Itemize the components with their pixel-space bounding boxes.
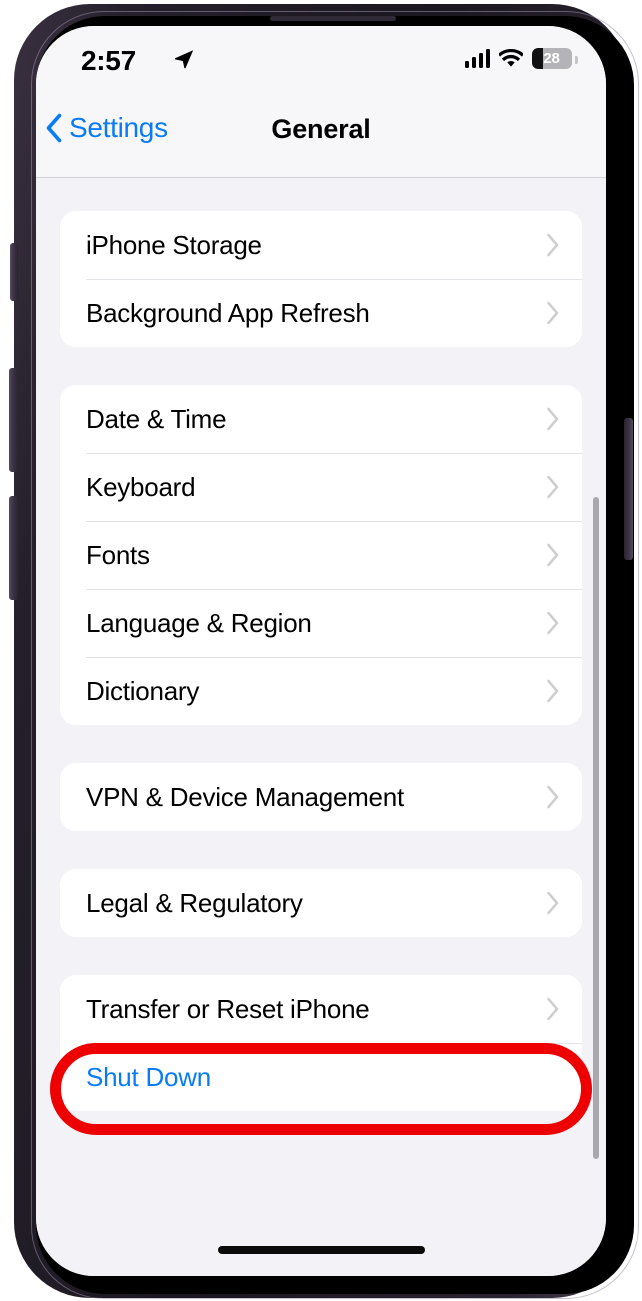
settings-row-label: Background App Refresh (86, 297, 370, 328)
settings-row-label: Legal & Regulatory (86, 887, 303, 918)
settings-row[interactable]: Legal & Regulatory (60, 869, 582, 937)
settings-row[interactable]: Date & Time (60, 385, 582, 453)
settings-row-label: Keyboard (86, 471, 196, 502)
settings-group-legal-group: Legal & Regulatory (60, 869, 582, 937)
settings-row-label: iPhone Storage (86, 229, 262, 260)
settings-row[interactable]: Background App Refresh (60, 279, 582, 347)
status-bar-time: 2:57 (81, 45, 136, 76)
chevron-right-icon (547, 785, 559, 809)
settings-list-scroll-area[interactable]: iPhone Storage Background App Refresh Date… (36, 179, 606, 1276)
settings-row[interactable]: VPN & Device Management (60, 763, 582, 831)
settings-row-label: Language & Region (86, 607, 312, 638)
chevron-right-icon (547, 611, 559, 635)
settings-row-label: Shut Down (86, 1061, 211, 1092)
volume-up-button[interactable] (9, 368, 18, 472)
settings-row-label: VPN & Device Management (86, 781, 404, 812)
chevron-right-icon (547, 543, 559, 567)
status-bar: 2:57 28 (36, 26, 606, 90)
page-title: General (271, 114, 371, 144)
battery-percent-label: 28 (543, 50, 560, 67)
battery-cap-nub (575, 56, 578, 64)
settings-row-label: Dictionary (86, 675, 200, 706)
chevron-right-icon (547, 891, 559, 915)
settings-row[interactable]: Dictionary (60, 657, 582, 725)
settings-row[interactable]: Shut Down (60, 1043, 582, 1111)
settings-row[interactable]: Keyboard (60, 453, 582, 521)
cellular-bars-icon (464, 49, 490, 68)
settings-group-reset-group: Transfer or Reset iPhone Shut Down (60, 975, 582, 1111)
location-arrow-icon (174, 50, 194, 69)
settings-groups: iPhone Storage Background App Refresh Date… (36, 211, 606, 1111)
mute-switch-button[interactable] (10, 243, 18, 301)
settings-group-vpn-group: VPN & Device Management (60, 763, 582, 831)
chevron-right-icon (547, 475, 559, 499)
home-indicator[interactable] (218, 1246, 425, 1254)
power-button[interactable] (624, 418, 633, 560)
chevron-right-icon (547, 301, 559, 325)
status-bar-indicators: 28 (464, 48, 572, 69)
settings-row-label: Fonts (86, 539, 150, 570)
chevron-right-icon (547, 407, 559, 431)
settings-row[interactable]: Fonts (60, 521, 582, 589)
chevron-right-icon (547, 679, 559, 703)
settings-row[interactable]: iPhone Storage (60, 211, 582, 279)
settings-row[interactable]: Transfer or Reset iPhone (60, 975, 582, 1043)
settings-group-locale-group: Date & Time Keyboard Fonts Language & Regio… (60, 385, 582, 725)
wifi-icon (499, 49, 523, 67)
settings-row-label: Date & Time (86, 403, 227, 434)
navigation-bar: Settings General (36, 90, 606, 178)
settings-row-label: Transfer or Reset iPhone (86, 993, 370, 1024)
settings-row[interactable]: Language & Region (60, 589, 582, 657)
chevron-right-icon (547, 997, 559, 1021)
vertical-scrollbar[interactable] (593, 497, 599, 1159)
chevron-right-icon (547, 233, 559, 257)
battery-icon: 28 (532, 48, 572, 69)
earpiece-speaker-slit (270, 16, 396, 21)
phone-screen: 2:57 28 Settings General iPhone Storage … (36, 26, 606, 1276)
settings-group-storage-group: iPhone Storage Background App Refresh (60, 211, 582, 347)
volume-down-button[interactable] (9, 496, 18, 600)
